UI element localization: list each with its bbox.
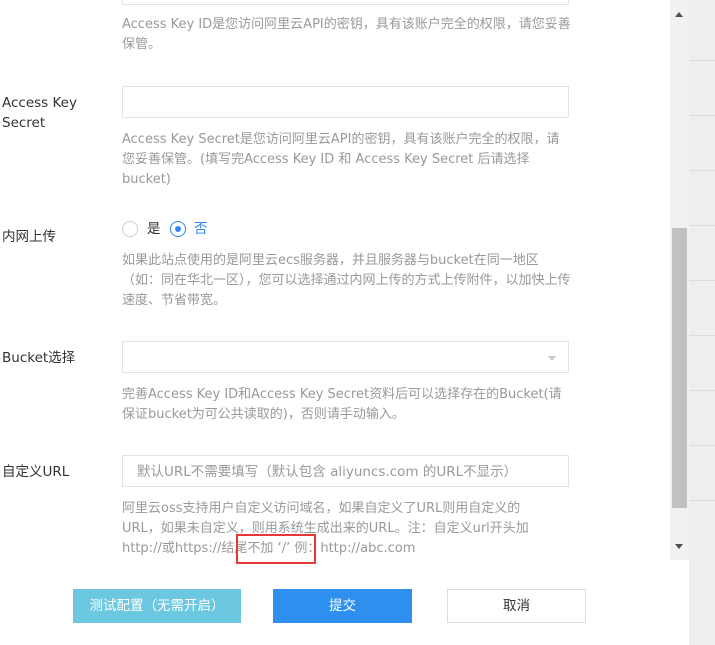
intranet-upload-help: 如果此站点使用的是阿里云ecs服务器，并且服务器与bucket在同一地区（如：同… — [122, 253, 571, 308]
custom-url-placeholder: 默认URL不需要填写（默认包含 aliyuncs.com 的URL不显示） — [137, 464, 518, 480]
custom-url-help: 阿里云oss支持用户自定义访问域名，如果自定义了URL则用自定义的 URL，如果… — [122, 499, 572, 559]
custom-url-help-line3: http://或https://结尾不加 ‘/’ 例：http://abc.co… — [122, 541, 416, 556]
cancel-button[interactable]: 取消 — [447, 589, 586, 623]
backdrop-divider — [689, 500, 715, 501]
access-key-secret-label-line2: Secret — [2, 115, 46, 131]
access-key-secret-help: Access Key Secret是您访问阿里云API的密钥，具有该账户完全的权… — [122, 132, 560, 187]
annotation-highlight-box — [236, 534, 316, 564]
access-key-id-help: Access Key ID是您访问阿里云API的密钥，具有该账户完全的权限，请您… — [122, 17, 571, 52]
access-key-id-input[interactable] — [122, 0, 569, 5]
chevron-down-icon — [548, 356, 556, 361]
backdrop-divider — [689, 225, 715, 226]
custom-url-help-line1: 阿里云oss支持用户自定义访问域名，如果自定义了URL则用自定义的 — [122, 501, 521, 516]
scroll-down-arrow-icon[interactable] — [675, 544, 683, 549]
bucket-select[interactable] — [122, 341, 569, 373]
radio-no[interactable] — [170, 221, 186, 237]
page-backdrop — [689, 0, 715, 645]
backdrop-divider — [689, 115, 715, 116]
backdrop-divider — [689, 170, 715, 171]
submit-button[interactable]: 提交 — [273, 589, 412, 623]
scroll-up-arrow-icon[interactable] — [675, 12, 683, 17]
radio-no-label[interactable]: 否 — [194, 219, 208, 239]
scrollbar-thumb[interactable] — [672, 228, 687, 508]
backdrop-divider — [689, 60, 715, 61]
backdrop-divider — [689, 390, 715, 391]
custom-url-label: 自定义URL — [2, 464, 70, 480]
bucket-help: 完善Access Key ID和Access Key Secret资料后可以选择… — [122, 387, 562, 422]
vertical-scrollbar[interactable] — [670, 0, 689, 560]
bucket-label: Bucket选择 — [2, 350, 76, 366]
oss-settings-dialog: Access Key ID是您访问阿里云API的密钥，具有该账户完全的权限，请您… — [0, 0, 689, 645]
custom-url-help-line2: URL，如果未自定义，则用系统生成出来的URL。注：自定义url开头加 — [122, 521, 529, 536]
backdrop-divider — [689, 445, 715, 446]
access-key-secret-input[interactable] — [122, 86, 569, 118]
access-key-secret-label: Access Key Secret — [2, 93, 77, 133]
custom-url-input[interactable]: 默认URL不需要填写（默认包含 aliyuncs.com 的URL不显示） — [122, 455, 569, 487]
backdrop-divider — [689, 335, 715, 336]
intranet-upload-label: 内网上传 — [2, 229, 56, 245]
backdrop-divider — [689, 280, 715, 281]
access-key-secret-label-line1: Access Key — [2, 95, 77, 111]
test-config-button[interactable]: 测试配置（无需开启） — [73, 589, 241, 623]
radio-yes-label[interactable]: 是 — [147, 219, 161, 239]
radio-yes[interactable] — [122, 221, 138, 237]
